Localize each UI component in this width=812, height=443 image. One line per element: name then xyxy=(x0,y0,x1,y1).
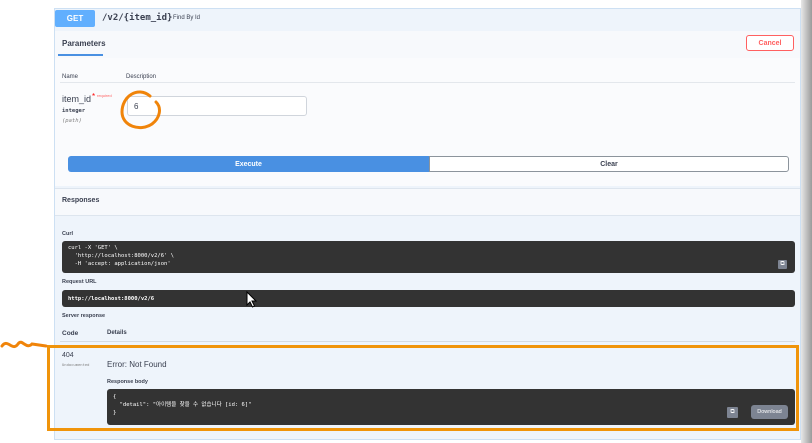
parameters-header xyxy=(55,31,800,59)
execute-button[interactable]: Execute xyxy=(68,156,429,172)
download-button[interactable]: Download xyxy=(751,405,788,419)
header-divider xyxy=(60,82,795,83)
response-divider xyxy=(60,341,795,342)
param-type: integer xyxy=(62,108,86,114)
curl-command[interactable]: curl -X 'GET' \ 'http://localhost:8000/v… xyxy=(62,241,795,273)
operation-path[interactable]: /v2/{item_id} xyxy=(102,13,172,23)
curl-label: Curl xyxy=(62,231,73,237)
copy-icon[interactable]: ⧉ xyxy=(727,407,738,418)
code-header: Code xyxy=(62,330,79,337)
required-star: * xyxy=(92,92,96,101)
clear-button[interactable]: Clear xyxy=(429,156,789,172)
cancel-button[interactable]: Cancel xyxy=(746,35,794,51)
window-edge-shadow xyxy=(801,0,812,443)
squiggle-arrow-annotation xyxy=(0,340,48,349)
tab-active-underline xyxy=(58,54,103,56)
responses-header xyxy=(55,188,800,216)
method-badge[interactable]: GET xyxy=(55,10,95,27)
tab-parameters[interactable]: Parameters xyxy=(62,39,106,48)
status-undocumented: Undocumented xyxy=(62,362,90,367)
column-header-name: Name xyxy=(62,74,79,80)
details-header: Details xyxy=(107,330,127,336)
operation-summary: Find By Id xyxy=(173,15,201,21)
circle-annotation xyxy=(120,90,161,129)
required-label: required xyxy=(97,93,112,98)
error-message: Error: Not Found xyxy=(107,360,167,369)
responses-title: Responses xyxy=(62,197,100,204)
server-response-label: Server response xyxy=(62,313,106,319)
response-body[interactable]: { "detail": "아이템을 찾을 수 없습니다 [id: 6]" } xyxy=(107,389,795,425)
status-code: 404 xyxy=(62,352,74,359)
column-header-description: Description xyxy=(126,74,157,80)
copy-icon[interactable]: ⧉ xyxy=(778,260,787,269)
response-body-label: Response body xyxy=(107,379,148,385)
param-name: item_id xyxy=(62,94,92,104)
mouse-cursor-icon xyxy=(246,291,258,308)
request-url[interactable]: http://localhost:8000/v2/6 xyxy=(62,290,795,307)
request-url-label: Request URL xyxy=(62,279,97,285)
param-location: (path) xyxy=(62,118,82,124)
